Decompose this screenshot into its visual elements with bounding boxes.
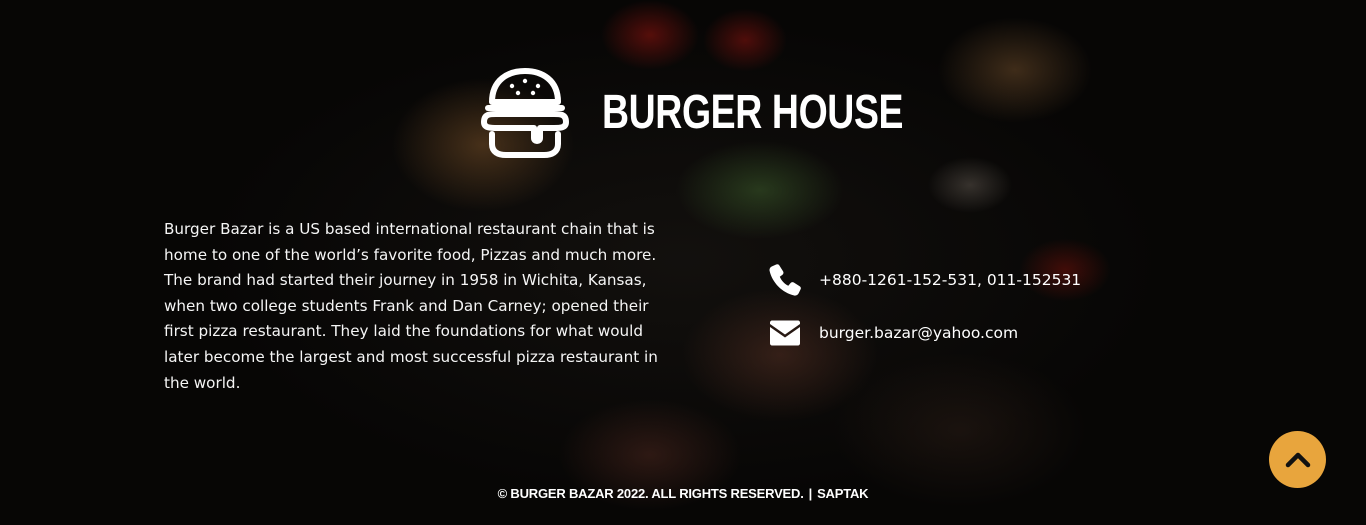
author-link[interactable]: SAPTAK (817, 486, 868, 501)
footer-section: BURGER HOUSE Burger Bazar is a US based … (0, 0, 1366, 525)
contact-email[interactable]: burger.bazar@yahoo.com (767, 315, 1081, 351)
scroll-to-top-button[interactable] (1269, 431, 1326, 488)
contact-phone[interactable]: +880-1261-152-531, 011-152531 (767, 262, 1081, 298)
email-address[interactable]: burger.bazar@yahoo.com (819, 324, 1018, 342)
phone-number[interactable]: +880-1261-152-531, 011-152531 (819, 271, 1081, 289)
brand-name: BURGER HOUSE (602, 86, 904, 139)
contact-info: +880-1261-152-531, 011-152531 burger.baz… (767, 262, 1081, 368)
copyright: © BURGER BAZAR 2022. ALL RIGHTS RESERVED… (0, 486, 1366, 501)
copyright-text: © BURGER BAZAR 2022. ALL RIGHTS RESERVED… (497, 486, 804, 501)
chevron-up-icon (1285, 452, 1310, 467)
burger-icon (481, 68, 569, 158)
phone-icon (769, 264, 801, 296)
copyright-separator: | (808, 486, 813, 501)
brand[interactable]: BURGER HOUSE (478, 66, 988, 160)
envelope-icon (770, 320, 800, 346)
about-text: Burger Bazar is a US based international… (164, 220, 658, 392)
